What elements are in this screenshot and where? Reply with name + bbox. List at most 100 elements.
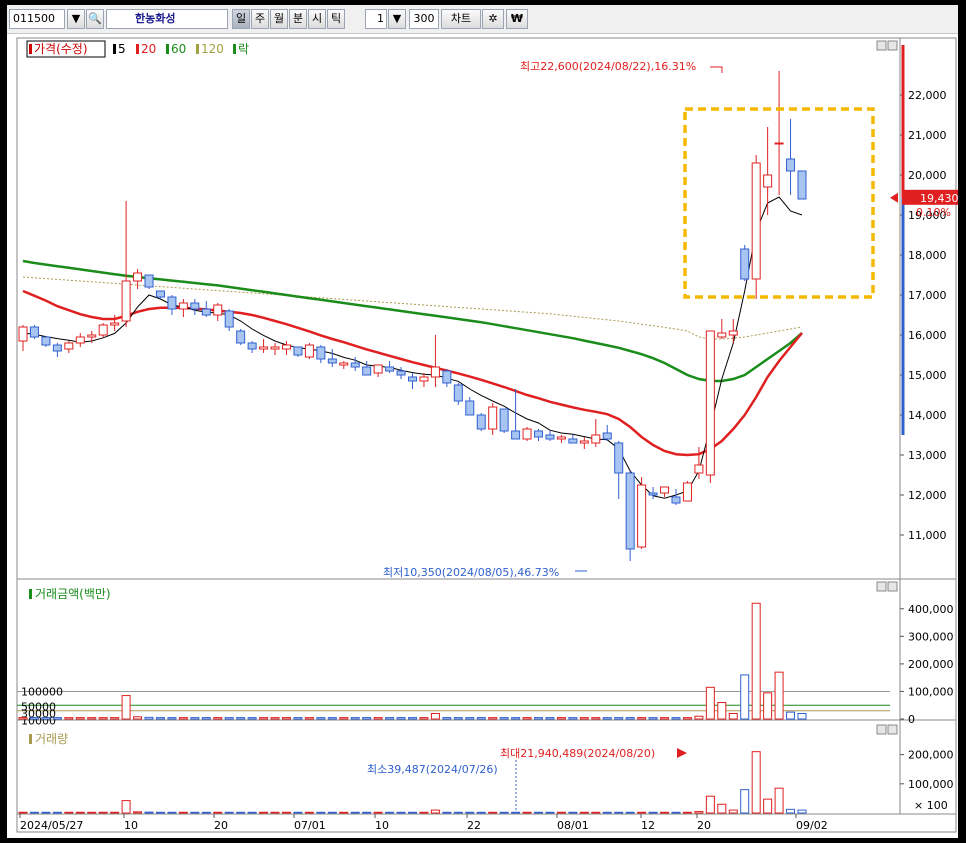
chart-area[interactable]: 11,000 12,000 13,000 14,000 15,000 16,000 17,0… [7,5,958,838]
volume-max-annotation: 최대21,940,489(2024/08/20) [500,747,655,760]
candle-body-57 [671,496,681,504]
amount-bar-29 [350,717,360,720]
chart-window: 011500 ▼ 🔍 한농화성 일주월분시틱 1 ▼ 300 차트 ✲ ₩ 11… [7,5,958,838]
amount-bar-54 [637,717,647,720]
amount-bar-5 [75,717,85,720]
amount-bar-19 [236,717,246,720]
volume-bar-55 [648,811,658,814]
candle-body-60 [705,330,715,476]
amount-bar-53 [625,717,635,720]
candle-body-43 [511,430,521,440]
candle-body-40 [476,414,486,430]
volume-bar-53 [625,811,635,814]
volume-bar-52 [614,811,624,814]
volume-tick-label-2: × 100 [914,799,948,812]
amount-bar-34 [408,717,417,720]
amount-bar-30 [362,717,372,720]
candle-body-49 [579,440,589,444]
candle-body-64 [751,162,761,280]
candle-body-45 [534,430,544,438]
amount-bar-17 [213,717,223,720]
legend-swatch-1 [113,44,116,54]
x-label-6: 08/01 [557,819,589,832]
current-price-label: 19,430 [920,192,958,205]
amount-bar-43 [511,717,521,720]
volume-max-arrow [677,748,687,758]
price-tick-label-3: 14,000 [908,409,947,422]
candle-body-2 [41,336,51,346]
volume-bar-35 [419,811,429,814]
amount-bar-21 [259,717,269,720]
amount-bar-42 [499,717,509,720]
candle-body-67 [786,158,796,172]
low-annotation: 최저10,350(2024/08/05),46.73% [383,566,559,579]
amount-bar-45 [534,717,544,720]
legend-swatch-0 [29,44,32,54]
volume-bar-28 [339,811,349,814]
volume-bar-41 [488,811,498,814]
candle-body-54 [637,484,647,548]
amount-bar-35 [419,717,429,720]
volume-bar-56 [660,811,670,814]
candle-body-63 [740,248,750,280]
candle-body-46 [545,434,555,440]
amount-tick-label-4: 400,000 [908,603,954,616]
amount-bar-36 [430,712,440,720]
amount-bar-16 [201,717,211,720]
candle-body-50 [591,434,601,444]
volume-bar-22 [270,811,280,814]
volume-bar-8 [110,811,120,814]
candle-body-6 [87,334,97,338]
volume-bar-7 [98,811,108,814]
x-label-9: 09/02 [796,819,828,832]
amount-bar-46 [545,717,555,720]
price-tick-label-1: 12,000 [908,489,947,502]
volume-bar-27 [327,811,337,814]
volume-bar-50 [591,811,601,814]
amount-bar-3 [52,717,62,720]
candle-body-24 [293,346,303,356]
amount-bar-23 [281,717,291,720]
candle-body-17 [213,304,223,316]
candle-body-14 [178,302,188,310]
amount-bar-62 [728,712,738,720]
amount-bar-9 [121,695,131,720]
candle-body-31 [373,364,383,374]
volume-legend-swatch [29,734,32,744]
volume-bar-14 [178,811,188,814]
x-label-7: 12 [641,819,655,832]
amount-bar-14 [178,717,188,720]
candle-body-3 [52,344,62,352]
price-tick-label-9: 20,000 [908,169,947,182]
candle-body-11 [144,274,154,288]
volume-bar-1 [29,811,39,814]
volume-bar-57 [671,811,681,814]
amount-bar-20 [247,717,257,720]
amount-bar-37 [442,717,452,720]
volume-bar-30 [362,811,372,814]
volume-bar-23 [281,811,291,814]
volume-bar-15 [190,811,200,814]
candle-body-47 [556,436,566,440]
candle-body-1 [29,326,39,338]
volume-bar-24 [293,811,303,814]
legend-label-1: 5 [118,42,126,56]
volume-bar-68 [797,809,807,814]
volume-bar-45 [534,811,544,814]
volume-bar-42 [499,811,509,814]
amount-bar-59 [694,715,704,720]
candle-body-4 [64,342,74,350]
volume-bar-29 [350,811,360,814]
candle-body-56 [660,486,670,494]
candle-body-5 [75,336,85,344]
amount-ref-label-0: 100000 [21,685,63,698]
candle-body-22 [270,346,280,350]
volume-bar-5 [75,811,85,814]
x-label-4: 10 [375,819,389,832]
amount-bar-28 [339,717,349,720]
x-label-8: 20 [697,819,711,832]
amount-ref-label-3: 10000 [21,715,56,728]
x-label-2: 20 [214,819,228,832]
volume-bar-46 [545,811,555,814]
volume-bar-34 [408,811,417,814]
